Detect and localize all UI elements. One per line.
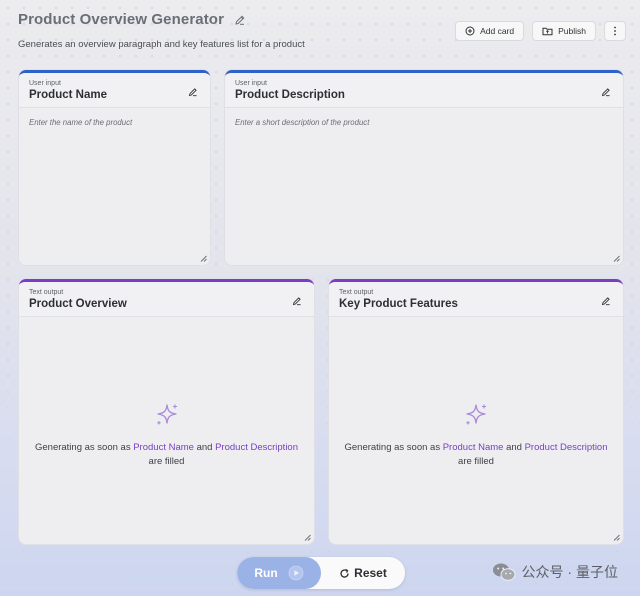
reset-label: Reset <box>354 566 387 580</box>
publish-label: Publish <box>558 26 586 36</box>
sparkles-icon <box>154 402 180 428</box>
pencil-edit-icon[interactable] <box>601 87 611 97</box>
wechat-icon <box>492 562 516 582</box>
resize-handle-icon[interactable] <box>304 534 311 541</box>
pencil-edit-icon[interactable] <box>292 296 302 306</box>
card-header: Text output Key Product Features <box>329 282 623 317</box>
card-product-description: User input Product Description Enter a s… <box>225 70 623 265</box>
card-title: Product Description <box>235 89 345 101</box>
card-kind-label: Text output <box>29 289 64 296</box>
app-title: Product Overview Generator <box>18 11 225 28</box>
card-title: Product Overview <box>29 298 127 310</box>
generating-status: Generating as soon as Product Name and P… <box>329 402 623 469</box>
card-header: User input Product Description <box>225 73 623 108</box>
card-product-overview: Text output Product Overview Generating … <box>19 279 314 544</box>
run-button[interactable]: Run <box>237 557 321 589</box>
plus-circle-icon <box>465 26 475 36</box>
field-link-product-name[interactable]: Product Name <box>443 442 504 453</box>
run-reset-control: Run Reset <box>237 557 405 589</box>
run-label: Run <box>254 566 278 580</box>
add-card-label: Add card <box>480 26 515 36</box>
card-header: Text output Product Overview <box>19 282 314 317</box>
refresh-icon <box>339 568 350 579</box>
card-kind-label: User input <box>235 80 267 87</box>
card-kind-label: Text output <box>339 289 374 296</box>
product-name-input[interactable]: Enter the name of the product <box>19 108 210 137</box>
pencil-edit-icon[interactable] <box>601 296 611 306</box>
card-title: Product Name <box>29 89 107 101</box>
watermark: 公众号 · 量子位 <box>492 562 618 582</box>
toolbar: Add card Publish <box>455 21 626 41</box>
resize-handle-icon[interactable] <box>613 534 620 541</box>
app-header: Product Overview Generator <box>18 11 246 28</box>
field-link-product-description[interactable]: Product Description <box>215 442 298 453</box>
pencil-edit-icon[interactable] <box>188 87 198 97</box>
resize-handle-icon[interactable] <box>200 255 207 262</box>
generating-status: Generating as soon as Product Name and P… <box>19 402 314 469</box>
card-header: User input Product Name <box>19 73 210 108</box>
field-link-product-name[interactable]: Product Name <box>133 442 194 453</box>
app-subtitle: Generates an overview paragraph and key … <box>18 39 305 50</box>
add-card-button[interactable]: Add card <box>455 21 525 41</box>
card-kind-label: User input <box>29 80 61 87</box>
more-vertical-icon <box>613 26 617 36</box>
sparkles-icon <box>463 402 489 428</box>
generating-message: Generating as soon as Product Name and P… <box>344 442 608 467</box>
resize-handle-icon[interactable] <box>613 255 620 262</box>
more-options-button[interactable] <box>604 21 626 41</box>
card-title: Key Product Features <box>339 298 458 310</box>
watermark-text: 公众号 · 量子位 <box>521 564 618 580</box>
card-key-product-features: Text output Key Product Features Generat… <box>329 279 623 544</box>
field-link-product-description[interactable]: Product Description <box>525 442 608 453</box>
pencil-edit-icon[interactable] <box>234 14 246 26</box>
reset-button[interactable]: Reset <box>321 557 405 589</box>
generating-message: Generating as soon as Product Name and P… <box>34 442 298 467</box>
play-circle-icon <box>288 565 304 581</box>
publish-button[interactable]: Publish <box>532 21 596 41</box>
folder-upload-icon <box>542 26 553 36</box>
product-description-input[interactable]: Enter a short description of the product <box>225 108 623 137</box>
card-product-name: User input Product Name Enter the name o… <box>19 70 210 265</box>
